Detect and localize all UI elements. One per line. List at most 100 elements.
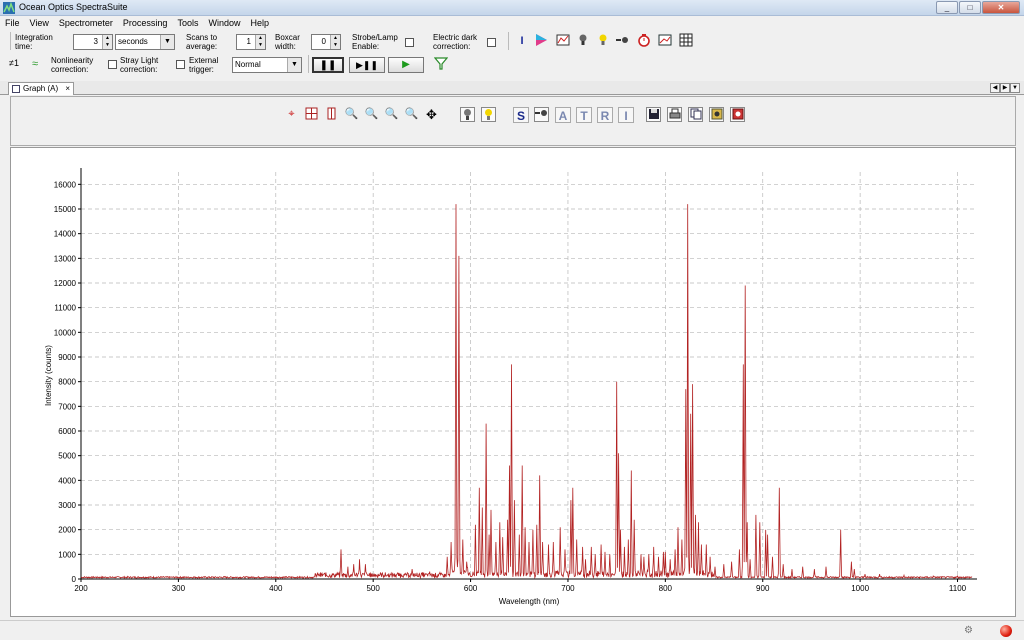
menu-view[interactable]: View <box>25 16 54 30</box>
chevron-down-icon[interactable]: ▼ <box>287 58 301 72</box>
integration-time-spinner[interactable]: 3 ▲ ▼ <box>73 34 113 50</box>
menu-file[interactable]: File <box>0 16 25 30</box>
chart-axes <box>80 168 977 580</box>
crosshair-icon[interactable]: ⌖ <box>284 107 299 122</box>
absorbance-mode-button[interactable]: A <box>555 107 571 123</box>
menu-bar: File View Spectrometer Processing Tools … <box>0 16 1024 30</box>
tab-scroll-left-icon[interactable]: ◀ <box>990 83 1000 93</box>
spinner-arrows-icon[interactable]: ▲ ▼ <box>330 35 340 49</box>
lamp-off-icon[interactable] <box>460 107 475 122</box>
funnel-icon[interactable] <box>433 56 449 72</box>
graph-tab-icon <box>12 85 20 93</box>
x-tick-label: 700 <box>561 584 575 593</box>
x-tick-label: 1000 <box>851 584 869 593</box>
window-title: Ocean Optics SpectraSuite <box>19 2 128 12</box>
integration-unit-select[interactable]: seconds ▼ <box>115 34 175 50</box>
graph-window-icon[interactable] <box>657 33 673 49</box>
stray-light-checkbox[interactable] <box>176 60 185 69</box>
zoom-out-icon[interactable]: 🔍 <box>384 107 399 122</box>
acquisition-toolbar: Integration time: 3 ▲ ▼ seconds ▼ Scans to av… <box>0 30 1024 80</box>
copy-icon[interactable] <box>688 107 703 122</box>
x-tick-label: 800 <box>659 584 673 593</box>
probe-icon[interactable] <box>534 107 549 122</box>
y-tick-label: 2000 <box>58 526 76 535</box>
title-bar: Ocean Optics SpectraSuite _ □ ✕ <box>0 0 1024 16</box>
single-step-button[interactable]: ▶❚❚ <box>349 57 385 73</box>
tab-scroll-right-icon[interactable]: ▶ <box>1000 83 1010 93</box>
lamp-on-icon[interactable] <box>595 33 611 49</box>
transmission-mode-button[interactable]: T <box>576 107 592 123</box>
reflection-mode-button[interactable]: R <box>597 107 613 123</box>
tab-graph-a[interactable]: Graph (A) × <box>8 82 74 95</box>
nonlinearity-checkbox[interactable] <box>108 60 117 69</box>
wave-icon[interactable]: ≈ <box>27 56 43 72</box>
zoom-in-icon[interactable]: 🔍 <box>364 107 379 122</box>
gear-icon[interactable]: ⚙ <box>964 625 976 637</box>
y-tick-label: 3000 <box>58 501 76 510</box>
save-icon[interactable] <box>646 107 661 122</box>
strobe-lamp-label: Strobe/Lamp Enable: <box>352 33 398 51</box>
y-tick-label: 14000 <box>54 230 77 239</box>
print-icon[interactable] <box>667 107 682 122</box>
timer-icon[interactable] <box>636 33 652 49</box>
zoom-box-icon[interactable] <box>304 107 319 122</box>
lamp-on-icon[interactable] <box>481 107 496 122</box>
x-axis-label: Wavelength (nm) <box>499 597 560 606</box>
spectrum-graph[interactable]: 200 300 400 500 600 700 800 900 1000 1100 0 1000 200… <box>10 147 1016 617</box>
spectrum-image-icon[interactable] <box>555 33 571 49</box>
menu-processing[interactable]: Processing <box>118 16 173 30</box>
spectrum-chart[interactable]: 200 300 400 500 600 700 800 900 1000 110001000200… <box>11 148 1015 616</box>
chevron-down-icon[interactable]: ▼ <box>160 35 174 49</box>
menu-help[interactable]: Help <box>245 16 274 30</box>
zoom-reset-icon[interactable]: 🔍 <box>404 107 419 122</box>
electric-dark-label: Electric dark correction: <box>433 33 478 51</box>
y-tick-label: 9000 <box>58 353 76 362</box>
y-tick-label: 1000 <box>58 550 76 559</box>
y-tick-label: 10000 <box>54 328 77 337</box>
maximize-button[interactable]: □ <box>959 1 981 14</box>
graph-toolbar: ⌖ 🔍 🔍 🔍 🔍 ✥ S A T R I <box>10 96 1016 146</box>
pan-icon[interactable]: ✥ <box>424 107 439 122</box>
color-triangle-icon[interactable] <box>533 33 549 49</box>
y-tick-label: 12000 <box>54 279 77 288</box>
play-button[interactable]: ▶ <box>388 57 424 73</box>
menu-tools[interactable]: Tools <box>172 16 203 30</box>
tab-list-icon[interactable]: ▼ <box>1010 83 1020 93</box>
menu-spectrometer[interactable]: Spectrometer <box>54 16 118 30</box>
spinner-arrows-icon[interactable]: ▲ ▼ <box>102 35 112 49</box>
minimize-button[interactable]: _ <box>936 1 958 14</box>
zoom-fit-icon[interactable]: 🔍 <box>344 107 359 122</box>
zoom-vertical-icon[interactable] <box>324 107 339 122</box>
trigger-mode-select[interactable]: Normal ▼ <box>232 57 302 73</box>
electric-dark-checkbox[interactable] <box>487 38 496 47</box>
scope-mode-button[interactable]: S <box>513 107 529 123</box>
report-icon[interactable] <box>730 107 745 122</box>
irradiance-mode-button[interactable]: I <box>618 107 634 123</box>
boxcar-width-spinner[interactable]: 0 ▲ ▼ <box>311 34 341 50</box>
probe-icon[interactable] <box>615 33 631 49</box>
external-trigger-label: External trigger: <box>189 56 219 74</box>
chart-grid <box>80 172 977 579</box>
lamp-off-icon[interactable] <box>575 33 591 49</box>
scans-to-average-spinner[interactable]: 1 ▲ ▼ <box>236 34 266 50</box>
y-tick-label: 13000 <box>54 254 77 263</box>
integration-time-label: Integration time: <box>15 33 53 51</box>
pause-button[interactable]: ❚❚ <box>312 57 344 73</box>
strobe-lamp-checkbox[interactable] <box>405 38 414 47</box>
y-tick-label: 6000 <box>58 427 76 436</box>
acquisition-status-led-icon <box>1000 625 1012 637</box>
close-button[interactable]: ✕ <box>982 1 1020 14</box>
menu-window[interactable]: Window <box>203 16 245 30</box>
y-tick-label: 15000 <box>54 205 77 214</box>
spinner-arrows-icon[interactable]: ▲ ▼ <box>255 35 265 49</box>
table-icon[interactable] <box>678 33 694 49</box>
tab-close-icon[interactable]: × <box>65 83 70 95</box>
y-tick-label: 4000 <box>58 476 76 485</box>
spectrum-line <box>80 204 973 580</box>
scans-to-average-label: Scans to average: <box>186 33 218 51</box>
export-image-icon[interactable] <box>709 107 724 122</box>
x-tick-label: 400 <box>269 584 283 593</box>
text-cursor-icon[interactable]: I <box>514 33 530 49</box>
y-tick-label: 11000 <box>54 304 76 313</box>
x-tick-label: 300 <box>172 584 186 593</box>
